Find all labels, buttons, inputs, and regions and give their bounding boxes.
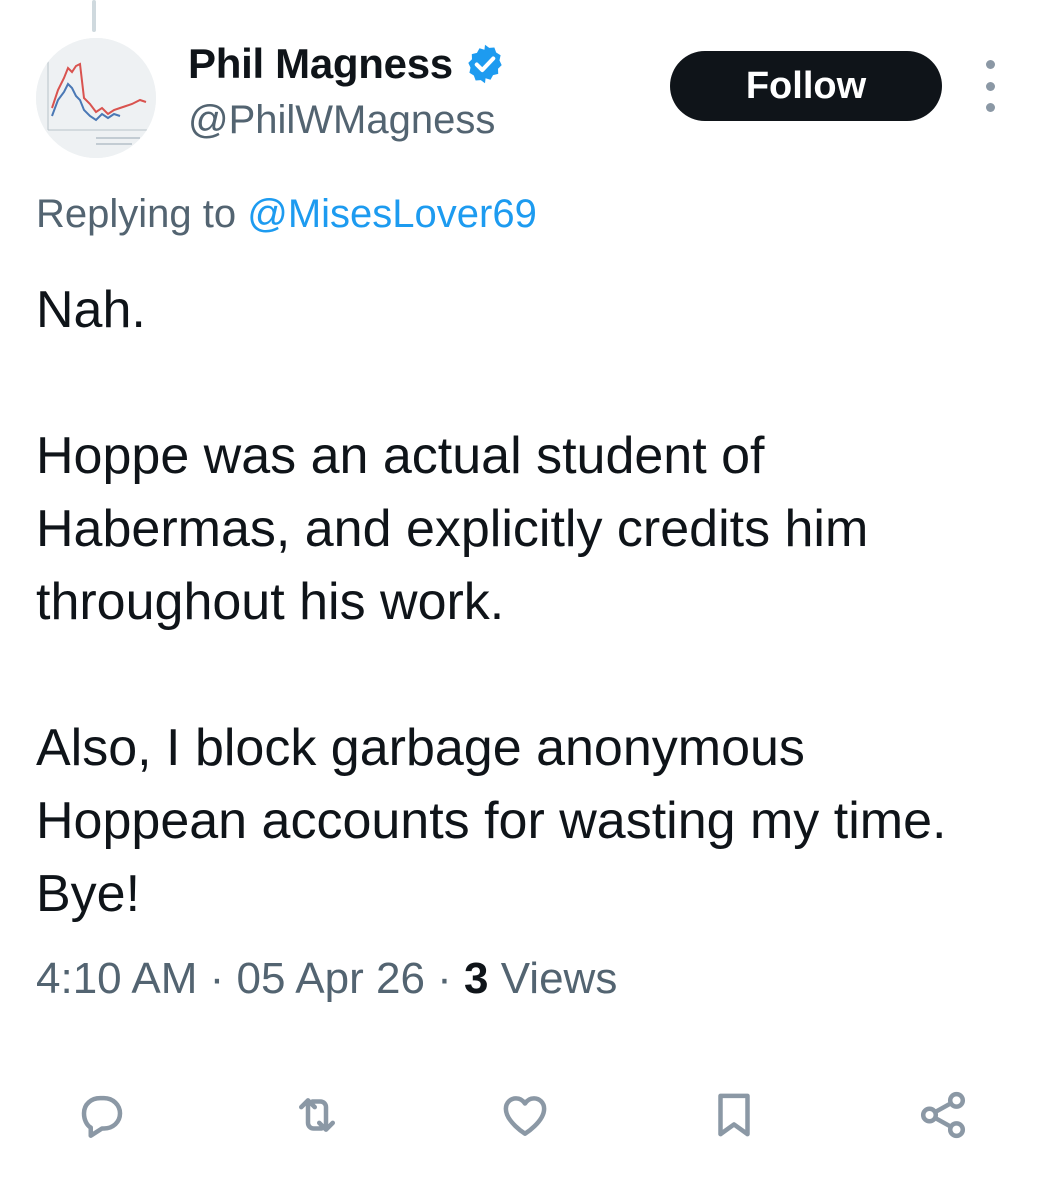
views-count: 3 [464,954,489,1003]
more-options-icon [985,60,995,69]
author-display-name[interactable]: Phil Magness [188,40,453,88]
verified-badge-icon [463,42,507,86]
tweet-date[interactable]: 05 Apr 26 [237,954,425,1003]
tweet-metadata: 4:10 AM · 05 Apr 26 · 3 Views [36,954,617,1004]
author-handle[interactable]: @PhilWMagness [188,98,495,143]
reply-context: Replying to @MisesLover69 [36,192,537,237]
meta-separator: · [424,954,465,1003]
retweet-button[interactable] [285,1080,349,1150]
meta-separator: · [197,954,237,1003]
views-label: Views [488,954,618,1003]
reply-button[interactable] [70,1080,134,1150]
thread-connector-line [92,0,96,32]
tweet-paragraph: Hoppe was an actual student of Habermas,… [36,427,869,631]
avatar-chart-image [36,38,156,158]
more-options-icon-dot [985,81,995,91]
tweet-action-bar [0,1080,1048,1150]
author-name-row[interactable]: Phil Magness [188,40,507,88]
tweet-text: Nah. Hoppe was an actual student of Habe… [36,274,1026,931]
heart-icon [503,1096,547,1136]
more-options-icon-dot [985,103,995,112]
avatar[interactable] [36,38,156,158]
bookmark-button[interactable] [702,1080,766,1150]
tweet-timestamp[interactable]: 4:10 AM [36,954,197,1003]
tweet-paragraph: Also, I block garbage anonymous Hoppean … [36,719,947,923]
share-icon [920,1091,966,1139]
share-button[interactable] [911,1080,975,1150]
more-options-button[interactable] [974,60,1006,112]
reply-context-prefix: Replying to [36,192,248,236]
reply-mention-link[interactable]: @MisesLover69 [247,192,537,236]
like-button[interactable] [493,1080,557,1150]
retweet-icon [299,1098,335,1132]
reply-icon [81,1095,123,1138]
bookmark-icon [718,1093,750,1137]
follow-button[interactable]: Follow [670,51,942,121]
tweet-paragraph: Nah. [36,281,146,339]
